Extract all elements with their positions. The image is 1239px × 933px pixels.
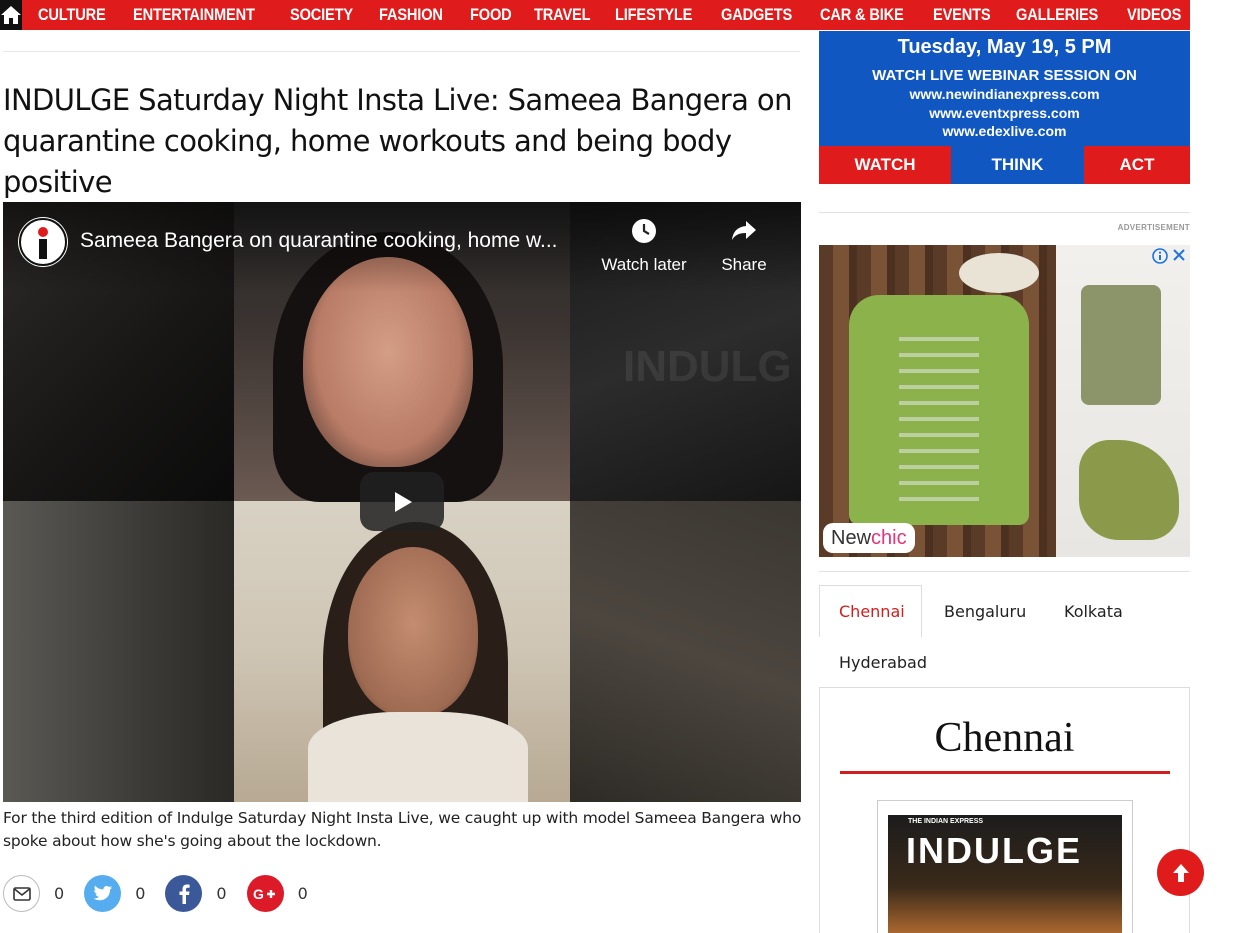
webinar-banner[interactable]: Tuesday, May 19, 5 PM WATCH LIVE WEBINAR… [819, 31, 1190, 184]
nav-item-car-bike[interactable]: CAR & BIKE [820, 5, 904, 25]
nav-item-culture[interactable]: CULTURE [38, 5, 106, 25]
nav-item-galleries[interactable]: GALLERIES [1016, 5, 1098, 25]
home-icon [1, 6, 21, 24]
ad-close-icon[interactable] [1172, 248, 1186, 262]
nav-item-videos[interactable]: VIDEOS [1127, 5, 1181, 25]
twitter-share-button[interactable] [84, 875, 122, 912]
share-video-button[interactable]: Share [698, 218, 790, 275]
facebook-icon [179, 884, 190, 904]
back-to-top-button[interactable] [1157, 849, 1204, 896]
nav-item-entertainment[interactable]: ENTERTAINMENT [133, 5, 255, 25]
divider [3, 51, 800, 52]
google-plus-icon: G [253, 886, 276, 902]
video-tile [3, 501, 234, 802]
ad-pants-image [1081, 285, 1161, 405]
webinar-url: www.newindianexpress.com [909, 86, 1100, 102]
tab-bengaluru[interactable]: Bengaluru [944, 602, 1026, 621]
advertisement-label: ADVERTISEMENT [1117, 223, 1190, 232]
share-arrow-icon [732, 221, 756, 240]
webinar-watch-button[interactable]: WATCH [819, 146, 951, 184]
nav-item-society[interactable]: SOCIETY [290, 5, 353, 25]
google-plus-share-button[interactable]: G [246, 875, 284, 912]
video-caption: For the third edition of Indulge Saturda… [3, 809, 802, 850]
magazine-publisher: THE INDIAN EXPRESS [908, 818, 984, 825]
nav-item-gadgets[interactable]: GADGETS [721, 5, 792, 25]
svg-text:G: G [253, 886, 264, 902]
facebook-share-button[interactable] [165, 875, 203, 912]
divider [819, 212, 1190, 213]
person-face [348, 547, 478, 717]
ad-info-icon[interactable] [1152, 248, 1168, 264]
watch-later-button[interactable]: Watch later [598, 218, 690, 275]
nav-item-food[interactable]: FOOD [470, 5, 512, 25]
indulge-logo-icon [19, 218, 67, 266]
envelope-icon [12, 886, 31, 901]
video-tile [570, 501, 801, 802]
email-share-button[interactable] [3, 875, 40, 912]
webinar-headline: WATCH LIVE WEBINAR SESSION ON [872, 67, 1137, 84]
nav-item-lifestyle[interactable]: LIFESTYLE [615, 5, 692, 25]
share-bar: 0 0 0 G 0 [3, 875, 328, 912]
ad-brand-chic: chic [871, 526, 907, 549]
twitter-share-count: 0 [135, 884, 146, 903]
clock-icon [632, 219, 656, 243]
google-plus-share-count: 0 [297, 884, 308, 903]
channel-logo[interactable] [18, 217, 68, 267]
article-headline: INDULGE Saturday Night Insta Live: Samee… [3, 83, 792, 199]
ad-brand-logo: New chic [823, 523, 915, 553]
twitter-icon [93, 885, 112, 901]
magazine-cover-image: THE INDIAN EXPRESS INDULGE [888, 815, 1122, 933]
webinar-think-button[interactable]: THINK [951, 146, 1084, 184]
facebook-share-count: 0 [216, 884, 227, 903]
nav-item-fashion[interactable]: FASHION [379, 5, 443, 25]
nav-item-events[interactable]: EVENTS [933, 5, 991, 25]
magazine-title: INDULGE [906, 830, 1082, 871]
webinar-act-button[interactable]: ACT [1084, 146, 1190, 184]
watch-later-label: Watch later [601, 255, 687, 274]
ad-hat-image [959, 253, 1039, 293]
video-player[interactable]: INDULG Sameea Bangera on quarantine cook… [3, 202, 801, 802]
ad-brand-new: New [831, 526, 872, 549]
tab-hyderabad[interactable]: Hyderabad [839, 653, 927, 672]
home-button[interactable] [0, 0, 22, 30]
play-button[interactable] [360, 472, 444, 531]
nav-items: CULTURE ENTERTAINMENT SOCIETY FASHION FO… [22, 0, 1190, 30]
person-body [308, 712, 528, 802]
share-label: Share [721, 255, 767, 274]
webinar-date: Tuesday, May 19, 5 PM [897, 36, 1112, 58]
tab-kolkata[interactable]: Kolkata [1064, 602, 1123, 621]
city-heading-underline [840, 771, 1170, 774]
video-watermark: INDULG [623, 342, 792, 391]
webinar-url: www.edexlive.com [942, 123, 1067, 139]
arrow-up-icon [1172, 863, 1189, 882]
magazine-cover[interactable]: THE INDIAN EXPRESS INDULGE [877, 800, 1133, 933]
webinar-url: www.eventxpress.com [929, 105, 1080, 121]
ad-choices [1152, 248, 1186, 264]
tab-chennai[interactable]: Chennai [839, 602, 905, 621]
video-title[interactable]: Sameea Bangera on quarantine cooking, ho… [80, 229, 557, 253]
newchic-advertisement[interactable]: New chic [819, 245, 1190, 557]
email-share-count: 0 [54, 884, 65, 903]
ad-shirt-pattern [899, 325, 979, 505]
nav-item-travel[interactable]: TRAVEL [534, 5, 591, 25]
webinar-button-bar: WATCH THINK ACT [819, 146, 1190, 184]
play-icon [395, 491, 412, 512]
top-nav: CULTURE ENTERTAINMENT SOCIETY FASHION FO… [0, 0, 1190, 30]
city-panel: Chennai THE INDIAN EXPRESS INDULGE [819, 687, 1190, 933]
divider [819, 571, 1190, 572]
city-heading: Chennai [934, 715, 1075, 761]
